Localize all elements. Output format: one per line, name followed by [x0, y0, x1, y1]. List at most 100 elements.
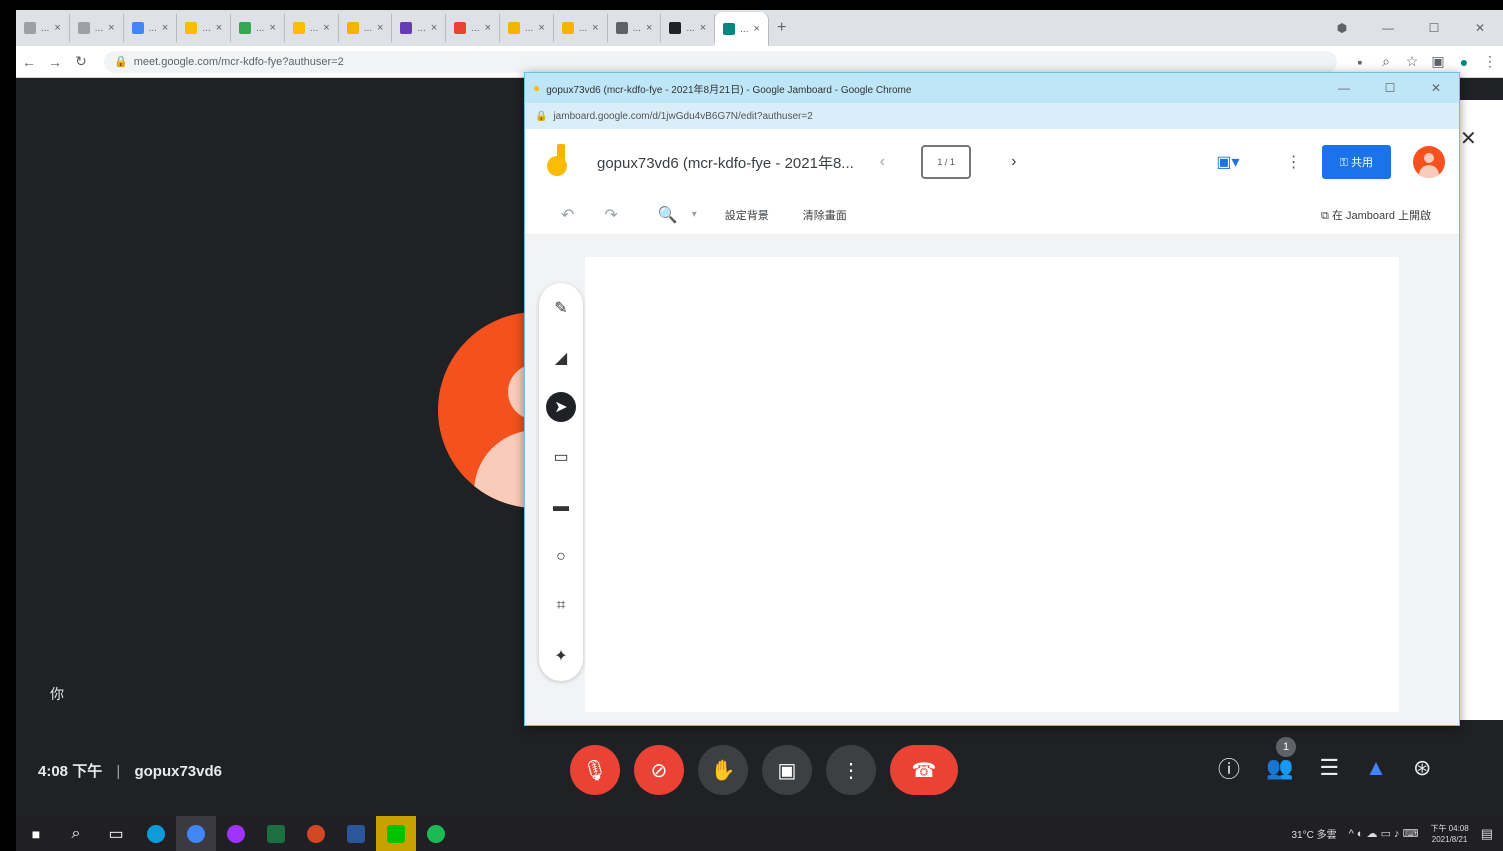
edge-app[interactable]	[136, 816, 176, 851]
more-options-button[interactable]: ⋮	[826, 745, 876, 795]
tab-close-icon[interactable]: ×	[592, 22, 598, 34]
open-in-jamboard-button[interactable]: ⧉ 在 Jamboard 上開啟	[1321, 207, 1431, 223]
reload-icon[interactable]: ↻	[68, 53, 94, 70]
browser-tab[interactable]: ... ×	[500, 14, 554, 42]
tab-close-icon[interactable]: ×	[646, 22, 652, 34]
bookmark-star-icon[interactable]: ☆	[1399, 53, 1425, 70]
powerpoint-app[interactable]	[296, 816, 336, 851]
clock[interactable]: 下午 04:08 2021/8/21	[1430, 823, 1468, 845]
browser-tab[interactable]: ... ×	[446, 14, 501, 42]
redo-icon[interactable]: ↷	[604, 205, 617, 225]
more-menu-icon[interactable]: ⋮	[1286, 152, 1302, 172]
shape-icon[interactable]: ○	[546, 542, 576, 572]
tray-icons[interactable]: ^ ◐ ☁ ▭ ♪ ⌨	[1349, 827, 1419, 840]
popup-minimize-button[interactable]: —	[1321, 81, 1367, 95]
browser-tab[interactable]: ... ×	[70, 14, 124, 42]
whiteboard-canvas[interactable]	[585, 257, 1399, 712]
text-box-icon[interactable]: ⌗	[546, 591, 576, 621]
popup-close-button[interactable]: ✕	[1413, 81, 1459, 95]
browser-tab[interactable]: ... ×	[715, 12, 769, 46]
leave-call-button[interactable]: ☎	[890, 745, 958, 795]
prev-frame-button[interactable]: ‹	[880, 153, 885, 171]
maximize-button[interactable]: ☐	[1411, 21, 1457, 35]
profile-icon[interactable]: ●	[1451, 54, 1477, 70]
minimize-button[interactable]: —	[1365, 21, 1411, 35]
jamboard-title[interactable]: gopux73vd6 (mcr-kdfo-fye - 2021年8...	[597, 152, 854, 173]
chat-icon[interactable]: ☰	[1319, 755, 1339, 781]
set-background-button[interactable]: 設定背景	[725, 207, 769, 223]
undo-icon[interactable]: ↶	[561, 205, 574, 225]
frame-bar-toggle[interactable]: 1 / 1	[921, 145, 972, 179]
close-panel-icon[interactable]: ✕	[1460, 126, 1477, 151]
browser-tab[interactable]: ... ×	[231, 14, 285, 42]
browser-tab[interactable]: ... ×	[16, 14, 70, 42]
activities-icon[interactable]: ▲	[1365, 755, 1387, 781]
extensions-icon[interactable]: ⬢	[1319, 21, 1365, 35]
tab-close-icon[interactable]: ×	[431, 22, 437, 34]
tab-close-icon[interactable]: ×	[269, 22, 275, 34]
tab-close-icon[interactable]: ×	[323, 22, 329, 34]
browser-tab[interactable]: ... ×	[285, 14, 339, 42]
tab-close-icon[interactable]: ×	[700, 22, 706, 34]
extension-icon[interactable]: ▣	[1425, 53, 1451, 70]
excel-app[interactable]	[256, 816, 296, 851]
info-icon[interactable]: ⓘ	[1218, 752, 1240, 784]
browser-tab[interactable]: ... ×	[392, 14, 447, 42]
back-icon[interactable]: ←	[16, 54, 42, 70]
browser-tab[interactable]: ... ×	[339, 14, 393, 42]
present-to-meet-icon[interactable]: ▣▾	[1216, 152, 1239, 172]
word-app[interactable]	[336, 816, 376, 851]
chrome-app[interactable]	[176, 816, 216, 851]
line-app[interactable]	[376, 816, 416, 851]
tab-close-icon[interactable]: ×	[754, 23, 760, 35]
raise-hand-button[interactable]: ✋	[698, 745, 748, 795]
browser-tab[interactable]: ... ×	[608, 14, 662, 42]
zoom-icon[interactable]: 🔍	[658, 205, 678, 225]
search-taskbar-button[interactable]: ⌕	[56, 816, 96, 851]
task-view-button[interactable]: ▭	[96, 816, 136, 851]
tab-close-icon[interactable]: ×	[485, 22, 491, 34]
mic-off-button[interactable]: 🎙	[570, 745, 620, 795]
account-avatar[interactable]	[1413, 146, 1445, 178]
start-button[interactable]: ■	[16, 816, 56, 851]
tab-close-icon[interactable]: ×	[538, 22, 544, 34]
select-icon[interactable]: ➤	[546, 392, 576, 423]
host-controls-icon[interactable]: ⊛	[1413, 755, 1431, 781]
tab-close-icon[interactable]: ×	[108, 22, 114, 34]
tab-close-icon[interactable]: ×	[216, 22, 222, 34]
camera-off-button[interactable]: ⊘	[634, 745, 684, 795]
messenger-app[interactable]	[216, 816, 256, 851]
sticky-note-icon[interactable]: ▭	[546, 442, 576, 472]
browser-tab[interactable]: ... ×	[124, 14, 178, 42]
weather-widget[interactable]: 31°C 多雲	[1291, 826, 1336, 841]
camera-icon[interactable]: ▪	[1347, 54, 1373, 70]
present-button[interactable]: ▣	[762, 745, 812, 795]
zoom-dropdown-icon[interactable]: ▾	[692, 209, 697, 220]
tab-close-icon[interactable]: ×	[162, 22, 168, 34]
eraser-icon[interactable]: ◢	[546, 343, 576, 373]
new-tab-button[interactable]: +	[769, 14, 794, 42]
drawing-tools: ✎ ◢ ➤ ▭ ▬ ○ ⌗ ✦	[539, 283, 583, 681]
image-icon[interactable]: ▬	[546, 492, 576, 522]
notifications-icon[interactable]: ▤	[1481, 826, 1493, 842]
browser-tab[interactable]: ... ×	[177, 14, 232, 42]
spotify-app[interactable]	[416, 816, 456, 851]
browser-tab[interactable]: ... ×	[661, 14, 716, 42]
forward-icon[interactable]: →	[42, 54, 68, 70]
popup-maximize-button[interactable]: ☐	[1367, 81, 1413, 95]
tab-close-icon[interactable]: ×	[377, 22, 383, 34]
browser-tab[interactable]: ... ×	[554, 14, 608, 42]
close-window-button[interactable]: ✕	[1457, 21, 1503, 35]
tab-close-icon[interactable]: ×	[54, 22, 60, 34]
menu-icon[interactable]: ⋮	[1477, 53, 1503, 70]
share-button[interactable]: ⚿ 共用	[1321, 145, 1391, 179]
tab-favicon-icon	[454, 22, 467, 34]
clear-frame-button[interactable]: 清除畫面	[803, 207, 847, 223]
people-icon[interactable]: 👥 1	[1266, 737, 1297, 781]
pen-icon[interactable]: ✎	[546, 293, 576, 323]
url-field[interactable]: 🔒 meet.google.com/mcr-kdfo-fye?authuser=…	[104, 50, 1337, 73]
tab-label: ...	[525, 22, 534, 34]
laser-icon[interactable]: ✦	[546, 641, 576, 671]
next-frame-button[interactable]: ›	[1011, 153, 1016, 171]
zoom-icon[interactable]: ⌕	[1373, 53, 1399, 70]
